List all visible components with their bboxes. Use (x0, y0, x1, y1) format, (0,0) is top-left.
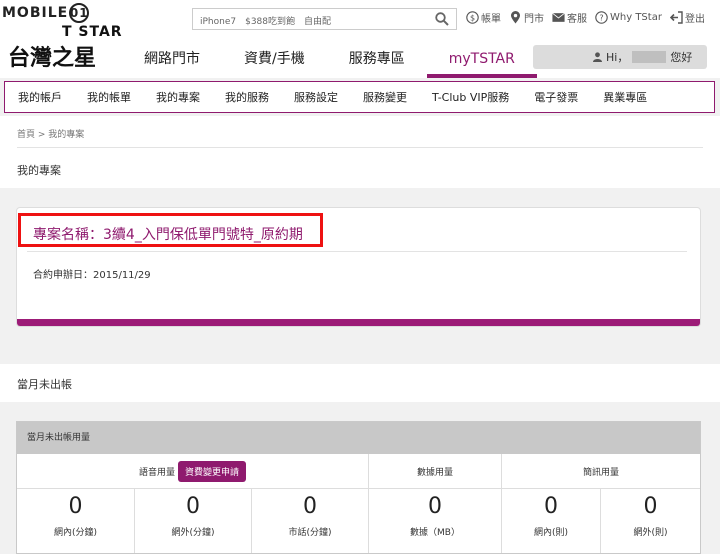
svg-text:?: ? (599, 14, 603, 23)
usage-cell-sms-offnet: 0 網外(則) (601, 489, 700, 553)
subnav-my-services[interactable]: 我的服務 (225, 89, 269, 105)
divider (27, 251, 687, 252)
logout-icon (669, 11, 683, 24)
search-icon (435, 12, 449, 26)
mail-icon (552, 11, 565, 24)
divider (17, 147, 703, 148)
usage-values-row: 0 網內(分鐘) 0 網外(分鐘) 0 市話(分鐘) 0 數據（MB） 0 網內… (17, 489, 700, 553)
usage-label: 網內(則) (533, 528, 569, 538)
usage-value: 0 (643, 494, 658, 519)
subnav-service-settings[interactable]: 服務設定 (294, 89, 338, 105)
data-group-label: 數據用量 (369, 454, 502, 488)
watermark-text: MOBILE (2, 5, 69, 21)
nav-online-store[interactable]: 網路門市 (122, 44, 222, 78)
nav-mytstar[interactable]: myTSTAR (426, 44, 537, 78)
logout-link-label: 登出 (684, 14, 705, 25)
usage-cell-voice-offnet: 0 網外(分鐘) (135, 489, 252, 553)
usage-label: 數據（MB） (410, 528, 460, 538)
utility-links: $ 帳單 門市 客服 ? Why TStar 登出 (466, 10, 705, 25)
search-button[interactable] (428, 9, 456, 29)
page-title: 我的專案 (17, 164, 61, 177)
unbilled-section-title: 當月未出帳 (17, 378, 72, 391)
store-link-label: 門市 (524, 14, 544, 25)
main-nav: 網路門市 資費/手機 服務專區 myTSTAR (122, 44, 537, 78)
plan-card-accent-bar (17, 319, 700, 326)
usage-label: 網外(則) (633, 528, 668, 538)
dollar-icon: $ (466, 11, 479, 24)
user-greeting[interactable]: Hi， 您好 (533, 45, 707, 69)
logo-brand[interactable]: 台灣之星 (8, 40, 96, 72)
subnav-partner-zone[interactable]: 異業專區 (603, 89, 647, 105)
plan-change-button[interactable]: 資費變更申請 (178, 460, 247, 482)
breadcrumb[interactable]: 首頁 > 我的專案 (17, 127, 84, 140)
usage-table-title: 當月未出帳用量 (17, 422, 700, 454)
subnav-service-change[interactable]: 服務變更 (363, 89, 407, 105)
bill-link[interactable]: $ 帳單 (466, 10, 501, 25)
subnav-my-bill[interactable]: 我的帳單 (87, 89, 131, 105)
nav-services[interactable]: 服務專區 (327, 44, 427, 78)
site-header: MOBILE 01 T STAR 台灣之星 iPhone7 $388吃到飽 自由… (0, 0, 720, 78)
search-box: iPhone7 $388吃到飽 自由配 (192, 8, 457, 30)
usage-label: 市話(分鐘) (288, 528, 332, 538)
why-tstar-link[interactable]: ? Why TStar (595, 10, 662, 25)
subnav-e-invoice[interactable]: 電子發票 (534, 89, 578, 105)
page-header: 首頁 > 我的專案 我的專案 (0, 116, 720, 188)
subnav-tclub-vip[interactable]: T-Club VIP服務 (432, 89, 509, 105)
watermark-badge: 01 (69, 3, 90, 23)
voice-group: 語音用量 資費變更申請 (17, 454, 369, 488)
usage-value: 0 (68, 494, 83, 519)
unbilled-section-header: 當月未出帳 (0, 364, 720, 402)
service-link-label: 客服 (567, 14, 587, 25)
help-icon: ? (595, 11, 608, 24)
map-pin-icon (509, 11, 522, 24)
usage-value: 0 (186, 494, 200, 519)
usage-cell-sms-onnet: 0 網內(則) (502, 489, 601, 553)
logo-brand-en[interactable]: T STAR (62, 24, 123, 40)
watermark: MOBILE 01 (2, 3, 90, 23)
logout-link[interactable]: 登出 (669, 10, 705, 25)
sms-group-label: 簡訊用量 (582, 467, 619, 478)
usage-value: 0 (544, 494, 558, 519)
greeting-suffix: 您好 (670, 51, 693, 64)
svg-text:$: $ (470, 14, 475, 23)
usage-value: 0 (428, 494, 442, 519)
voice-group-label: 語音用量 (138, 467, 175, 478)
masked-username (632, 51, 667, 63)
service-link[interactable]: 客服 (552, 10, 587, 25)
bill-link-label: 帳單 (481, 14, 501, 25)
account-subnav: 我的帳戶 我的帳單 我的專案 我的服務 服務設定 服務變更 T-Club VIP… (4, 81, 715, 113)
why-tstar-link-label: Why TStar (610, 12, 662, 23)
subnav-my-plan[interactable]: 我的專案 (156, 89, 200, 105)
usage-cell-data: 0 數據（MB） (369, 489, 502, 553)
store-link[interactable]: 門市 (509, 10, 544, 25)
usage-table: 當月未出帳用量 語音用量 資費變更申請 數據用量 簡訊用量 0 網內(分鐘) 0… (16, 421, 701, 554)
subnav-my-account[interactable]: 我的帳戶 (18, 89, 62, 105)
contract-date: 合約申辦日：2015/11/29 (33, 270, 151, 281)
usage-label: 網外(分鐘) (171, 528, 215, 538)
usage-group-row: 語音用量 資費變更申請 數據用量 簡訊用量 (17, 454, 700, 489)
user-icon (593, 52, 602, 62)
plan-name: 專案名稱：3續4_入門保低單門號特_原約期 (33, 227, 303, 243)
usage-cell-voice-landline: 0 市話(分鐘) (252, 489, 369, 553)
usage-cell-voice-onnet: 0 網內(分鐘) (17, 489, 135, 553)
plan-card: 專案名稱：3續4_入門保低單門號特_原約期 合約申辦日：2015/11/29 (16, 207, 701, 327)
nav-plans-phones[interactable]: 資費/手機 (222, 44, 327, 78)
greeting-prefix: Hi， (606, 51, 629, 64)
usage-label: 網內(分鐘) (53, 528, 98, 538)
usage-value: 0 (303, 494, 317, 519)
